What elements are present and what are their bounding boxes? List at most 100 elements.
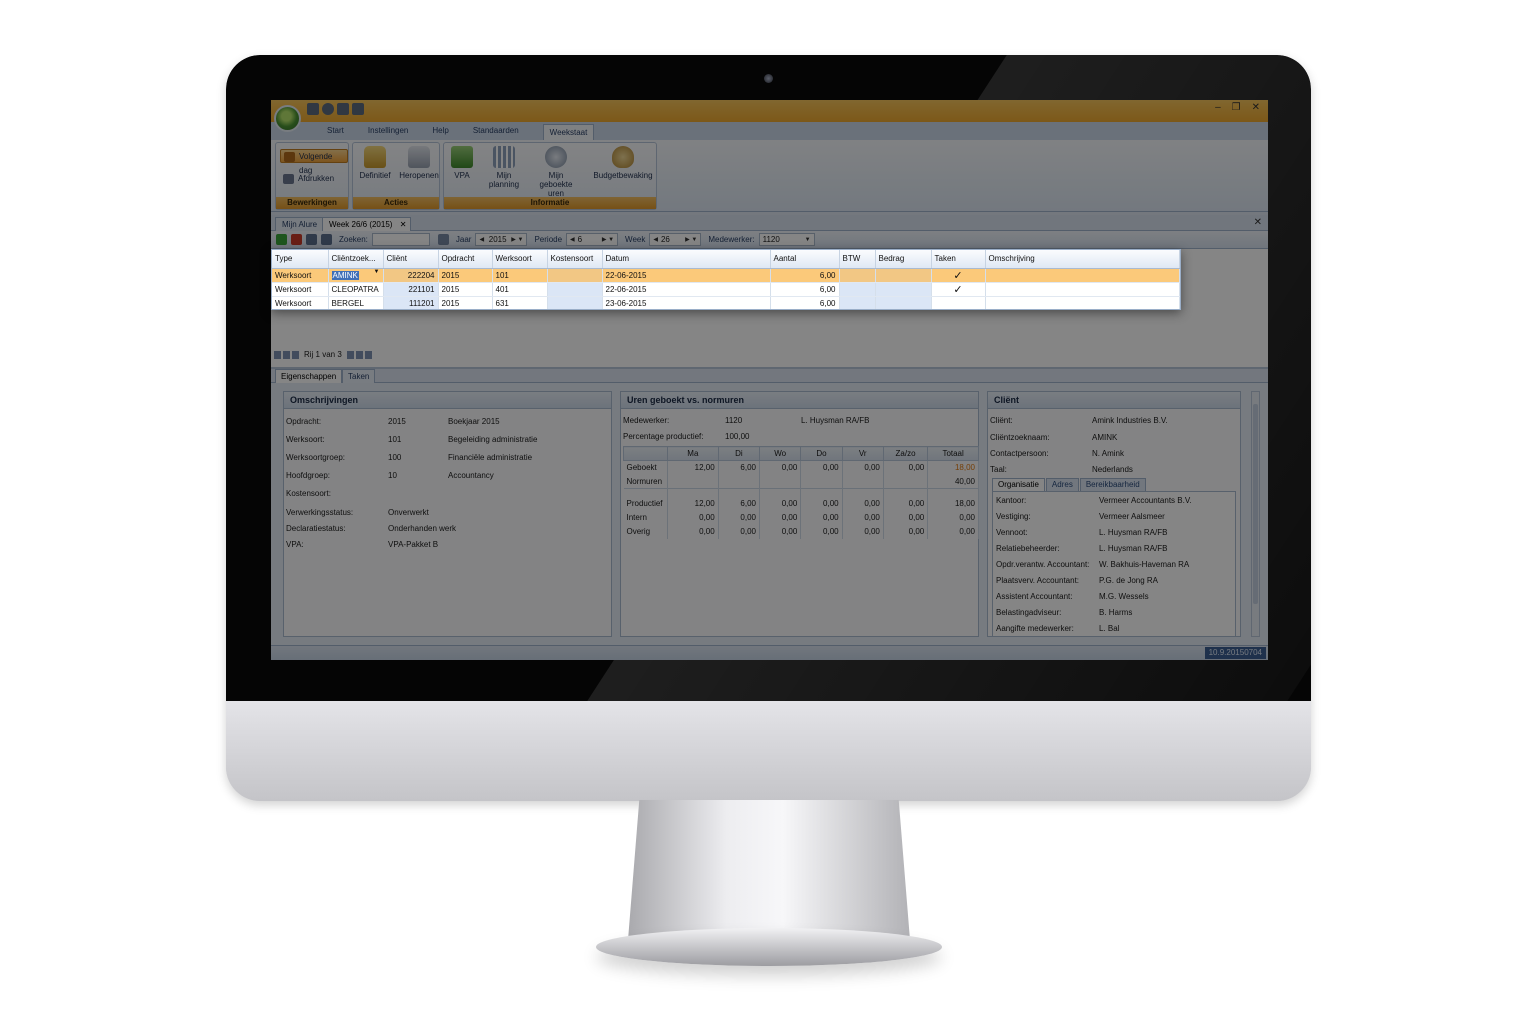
tab-start[interactable]: Start — [327, 122, 344, 140]
vpa-button[interactable]: VPA — [444, 146, 480, 180]
budgetbewaking-button[interactable]: Budgetbewaking — [592, 146, 654, 180]
week-stepper[interactable]: ◀ 26 ▶ ▼ — [649, 233, 702, 246]
definitief-button[interactable]: Definitief — [353, 146, 397, 180]
search-input[interactable] — [371, 233, 430, 246]
tab-mijn-alure[interactable]: Mijn Alure — [275, 217, 325, 231]
heropenen-button[interactable]: Heropenen — [397, 146, 441, 180]
column-header[interactable]: Kostensoort — [547, 250, 603, 269]
period-stepper[interactable]: ◀ 6 ▶ ▼ — [566, 233, 619, 246]
cell-opdracht[interactable]: 2015 — [438, 282, 493, 297]
check-icon[interactable]: ✓ — [931, 268, 986, 283]
cell-aantal[interactable]: 6,00 — [770, 268, 840, 283]
cell-clientzoek-value[interactable]: AMINK — [331, 270, 359, 280]
mijn-geboekte-uren-button[interactable]: Mijn geboekte uren — [532, 146, 580, 198]
next-page-icon[interactable] — [355, 350, 363, 359]
prev-page-icon[interactable] — [283, 350, 290, 359]
chevron-down-icon[interactable]: ▼ — [805, 234, 811, 245]
restore-button[interactable]: ❐ — [1232, 102, 1241, 113]
cell-bedrag[interactable] — [875, 282, 932, 297]
cell-opdracht[interactable]: 2015 — [438, 296, 493, 309]
next-row-icon[interactable] — [346, 350, 354, 359]
tab-help[interactable]: Help — [432, 122, 448, 140]
cell-omschrijving[interactable] — [985, 296, 1180, 309]
column-header[interactable]: Type — [272, 250, 329, 269]
next-arrow-icon[interactable]: ▶ ▼ — [511, 234, 523, 245]
cell-werksoort[interactable]: 101 — [492, 268, 548, 283]
vertical-scrollbar[interactable] — [1251, 391, 1260, 637]
column-header[interactable]: Taken — [931, 250, 986, 269]
clock-icon[interactable] — [322, 103, 334, 115]
save-all-icon[interactable] — [321, 234, 332, 245]
cell-aantal[interactable]: 6,00 — [770, 296, 840, 309]
cell-taken[interactable] — [931, 296, 986, 309]
cell-omschrijving[interactable] — [985, 282, 1180, 297]
cell-type[interactable]: Werksoort — [272, 282, 329, 297]
subtab-organisatie[interactable]: Organisatie — [992, 478, 1045, 491]
tab-eigenschappen[interactable]: Eigenschappen — [275, 369, 343, 383]
column-header[interactable]: BTW — [839, 250, 876, 269]
cell-bedrag[interactable] — [875, 296, 932, 309]
settings-icon[interactable] — [337, 103, 349, 115]
employee-dropdown[interactable]: 1120 ▼ — [758, 233, 815, 246]
cell-btw[interactable] — [839, 282, 876, 297]
cell-opdracht[interactable]: 2015 — [438, 268, 493, 283]
cell-clientzoek-dropdown[interactable]: AMINK ▼ — [328, 268, 384, 283]
cell-client[interactable]: 111201 — [383, 296, 439, 309]
check-icon[interactable]: ✓ — [931, 282, 986, 297]
close-panel-icon[interactable]: ✕ — [1254, 217, 1262, 228]
column-header[interactable]: Cliënt — [383, 250, 439, 269]
cell-type[interactable]: Werksoort — [272, 296, 329, 309]
year-stepper[interactable]: ◀ 2015 ▶ ▼ — [475, 233, 528, 246]
tab-weekstaat[interactable]: Weekstaat — [542, 124, 595, 140]
delete-icon[interactable] — [291, 234, 302, 245]
close-button[interactable]: ✕ — [1252, 102, 1260, 113]
prev-arrow-icon[interactable]: ◀ — [479, 234, 484, 245]
cell-clientzoek[interactable]: CLEOPATRA — [328, 282, 384, 297]
tab-instellingen[interactable]: Instellingen — [368, 122, 408, 140]
cell-datum[interactable]: 22-06-2015 — [602, 268, 771, 283]
book-icon[interactable] — [352, 103, 364, 115]
cell-btw[interactable] — [839, 268, 876, 283]
tab-taken[interactable]: Taken — [342, 369, 376, 383]
cell-datum[interactable]: 22-06-2015 — [602, 282, 771, 297]
cell-werksoort[interactable]: 631 — [492, 296, 548, 309]
column-header[interactable]: Opdracht — [438, 250, 493, 269]
next-day-button[interactable]: Volgende dag — [280, 149, 348, 175]
column-header[interactable]: Omschrijving — [985, 250, 1180, 269]
cell-kostensoort[interactable] — [547, 282, 603, 297]
cell-kostensoort[interactable] — [547, 296, 603, 309]
subtab-bereikbaarheid[interactable]: Bereikbaarheid — [1079, 478, 1146, 491]
table-row[interactable]: Werksoort BERGEL 111201 2015 631 23-06-2… — [272, 296, 1180, 309]
prev-row-icon[interactable] — [292, 350, 299, 359]
cell-btw[interactable] — [839, 296, 876, 309]
close-tab-icon[interactable]: ✕ — [400, 218, 407, 231]
cell-datum[interactable]: 23-06-2015 — [602, 296, 771, 309]
next-arrow-icon[interactable]: ▶ ▼ — [685, 234, 697, 245]
cell-client[interactable]: 222204 — [383, 268, 439, 283]
tab-standaarden[interactable]: Standaarden — [473, 122, 519, 140]
scrollbar-thumb[interactable] — [1253, 404, 1258, 604]
print-button[interactable]: Afdrukken — [280, 172, 338, 186]
add-icon[interactable] — [276, 234, 287, 245]
cell-werksoort[interactable]: 401 — [492, 282, 548, 297]
subtab-adres[interactable]: Adres — [1045, 478, 1079, 491]
cell-kostensoort[interactable] — [547, 268, 603, 283]
tab-week[interactable]: Week 26/6 (2015) ✕ — [322, 217, 412, 231]
column-header[interactable]: Werksoort — [492, 250, 548, 269]
column-header[interactable]: Cliëntzoek... — [328, 250, 384, 269]
table-row[interactable]: Werksoort AMINK ▼ 222204 2015 101 22-06-… — [272, 268, 1180, 283]
column-header[interactable]: Bedrag — [875, 250, 932, 269]
cell-client[interactable]: 221101 — [383, 282, 439, 297]
last-page-icon[interactable] — [364, 350, 372, 359]
column-header[interactable]: Aantal — [770, 250, 840, 269]
first-page-icon[interactable] — [274, 350, 281, 359]
next-arrow-icon[interactable]: ▶ ▼ — [602, 234, 614, 245]
application-menu-button[interactable] — [274, 105, 301, 132]
cell-type[interactable]: Werksoort — [272, 268, 329, 283]
column-header[interactable]: Datum — [602, 250, 771, 269]
cell-aantal[interactable]: 6,00 — [770, 282, 840, 297]
table-row[interactable]: Werksoort CLEOPATRA 221101 2015 401 22-0… — [272, 282, 1180, 297]
cell-clientzoek[interactable]: BERGEL — [328, 296, 384, 309]
mijn-planning-button[interactable]: Mijn planning — [482, 146, 526, 189]
cell-omschrijving[interactable] — [985, 268, 1180, 283]
